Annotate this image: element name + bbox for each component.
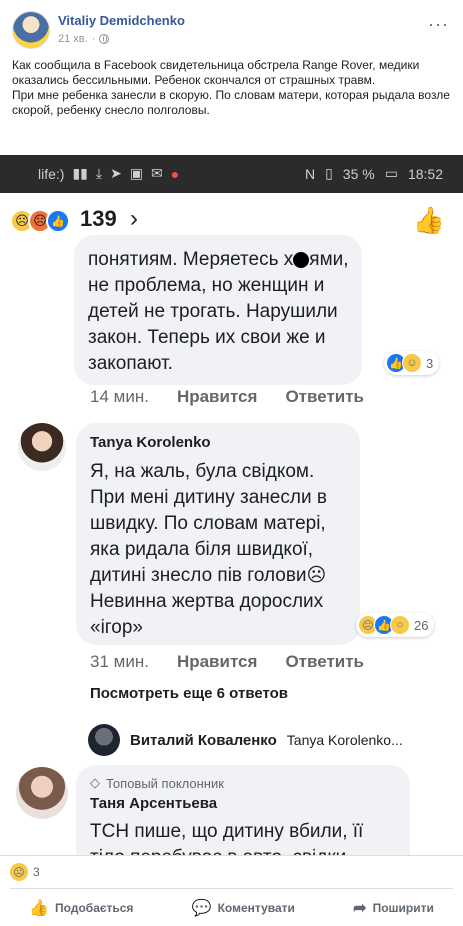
- reply-author[interactable]: Виталий Коваленко: [130, 732, 277, 749]
- comment-bubble: ◇ Топовый поклонник Таня Арсентьева ТСН …: [76, 765, 410, 855]
- commenter-name[interactable]: Таня Арсентьева: [90, 795, 217, 812]
- like-button[interactable]: 👍 Подобається: [29, 898, 133, 918]
- globe-icon: [99, 34, 110, 44]
- haha-reaction-icon: ☺: [402, 353, 422, 373]
- sad-emoji-icon: ☹: [306, 565, 327, 586]
- comment-label: Коментувати: [217, 901, 295, 915]
- post-text: Как сообщила в Facebook свидетельница об…: [12, 58, 452, 118]
- phone-status-bar: life:) ▮▮ ⤓ ➤ ▣ ✉ ● N ▯ 35 % ▭ 18:52: [0, 155, 463, 193]
- comment-actions: 14 мин. Нравится Ответить: [90, 387, 364, 407]
- diamond-icon: ◇: [90, 775, 100, 790]
- comment-text: понятиям. Меряетесь х ями, не проблема, н…: [88, 247, 358, 377]
- like-reaction-icon: 👍: [46, 209, 70, 233]
- thumbs-up-icon: 👍: [29, 900, 50, 917]
- status-right: N ▯ 35 % ▭ 18:52: [305, 165, 443, 182]
- comment-text: Я, на жаль, була свідком. При мені дитин…: [90, 459, 352, 641]
- post-meta: 21 хв. ·: [58, 33, 110, 45]
- sad-reaction-icon: ☹: [10, 863, 28, 881]
- more-options-button[interactable]: ···: [428, 14, 449, 35]
- comment-text-main: Я, на жаль, була свідком. При мені дитин…: [90, 461, 327, 586]
- image-icon: ▣: [129, 165, 144, 181]
- reply-avatar[interactable]: [88, 724, 120, 756]
- signal-icon: ▮▮: [72, 165, 88, 181]
- comment-reaction-count: 3: [426, 355, 434, 371]
- like-comment-button[interactable]: Нравится: [177, 652, 258, 672]
- reply-preview-text: Tanya Korolenko...: [286, 732, 403, 748]
- comment-time[interactable]: 31 мин.: [90, 652, 149, 672]
- comment-actions: 31 мин. Нравится Ответить: [90, 652, 364, 672]
- comment-text: ТСН пише, що дитину вбили, її тіло переб…: [90, 821, 364, 855]
- app-icon: ●: [170, 165, 180, 182]
- view-more-replies-link[interactable]: Посмотреть еще 6 ответов: [90, 685, 288, 702]
- status-left: life:) ▮▮ ⤓ ➤ ▣ ✉ ●: [38, 165, 179, 182]
- comment-text-end: Невинна жертва дорослих «ігор»: [90, 591, 324, 638]
- wow-reaction-icon: ○: [390, 615, 410, 635]
- divider: [0, 855, 463, 856]
- reply-comment-button[interactable]: Ответить: [285, 387, 364, 407]
- author-name[interactable]: Vitaliy Demidchenko: [58, 13, 185, 28]
- post-reaction-count: 3: [33, 865, 40, 879]
- post-text-paragraph-2: При мне ребенка занесли в скорую. По сло…: [12, 88, 450, 117]
- reply-comment-button[interactable]: Ответить: [285, 652, 364, 672]
- embedded-screenshot[interactable]: life:) ▮▮ ⤓ ➤ ▣ ✉ ● N ▯ 35 % ▭ 18:52 ☹ ☹…: [0, 155, 463, 855]
- reactions-count[interactable]: 139: [80, 206, 117, 232]
- reply-preview[interactable]: Виталий Коваленко Tanya Korolenko...: [88, 720, 448, 760]
- comment-bubble: Tanya Korolenko Я, на жаль, була свідком…: [76, 423, 360, 645]
- post-time[interactable]: 21 хв.: [58, 33, 88, 45]
- battery-percent: 35 %: [342, 165, 375, 182]
- top-fan-badge: ◇ Топовый поклонник: [90, 775, 224, 791]
- post-actions: 👍 Подобається 💬 Коментувати ➦ Поширити: [0, 892, 463, 924]
- reaction-icons[interactable]: ☹ ☹ 👍: [10, 209, 70, 233]
- share-button[interactable]: ➦ Поширити: [353, 898, 434, 918]
- nfc-icon: N: [304, 165, 316, 182]
- separator-dot: ·: [91, 33, 96, 45]
- like-comment-button[interactable]: Нравится: [177, 387, 258, 407]
- telegram-icon: ➤: [110, 165, 122, 181]
- comment-icon: 💬: [191, 900, 212, 917]
- clock: 18:52: [407, 165, 443, 182]
- divider: [10, 888, 453, 889]
- chevron-right-icon[interactable]: ›: [130, 205, 138, 233]
- share-icon: ➦: [353, 900, 367, 917]
- comment-time[interactable]: 14 мин.: [90, 387, 149, 407]
- post-header: Vitaliy Demidchenko 21 хв. · ···: [0, 0, 463, 56]
- post-reactions-summary[interactable]: ☹ 3: [10, 863, 40, 881]
- share-label: Поширити: [372, 901, 434, 915]
- post-text-paragraph-1: Как сообщила в Facebook свидетельница об…: [12, 58, 420, 87]
- carrier-label: life:): [38, 165, 65, 182]
- commenter-avatar[interactable]: [16, 767, 68, 819]
- comment-text-line1-end: ями,: [309, 249, 349, 270]
- gmail-icon: ✉: [151, 165, 163, 181]
- battery-icon: ▭: [384, 165, 398, 181]
- comment-reaction-count: 26: [414, 617, 429, 633]
- comment-text-line1: понятиям. Меряетесь х: [88, 249, 294, 270]
- top-fan-label: Топовый поклонник: [106, 775, 224, 791]
- comment-button[interactable]: 💬 Коментувати: [192, 898, 295, 918]
- download-icon: ⤓: [95, 165, 103, 181]
- like-label: Подобається: [55, 901, 134, 915]
- redaction-mark: [293, 251, 310, 268]
- comment-reactions[interactable]: ☹ 👍 ○ 26: [356, 613, 435, 637]
- comment-bubble: понятиям. Меряетесь х ями, не проблема, н…: [74, 235, 362, 385]
- comment-text-rest: не проблема, но женщин и детей не трогат…: [88, 275, 338, 374]
- commenter-avatar[interactable]: [18, 423, 66, 471]
- vibrate-icon: ▯: [325, 165, 333, 181]
- thumbs-up-icon[interactable]: 👍: [413, 205, 445, 236]
- commenter-name[interactable]: Tanya Korolenko: [90, 434, 211, 451]
- author-avatar[interactable]: [12, 11, 50, 49]
- comment-reactions[interactable]: 👍 ☺ 3: [384, 351, 440, 375]
